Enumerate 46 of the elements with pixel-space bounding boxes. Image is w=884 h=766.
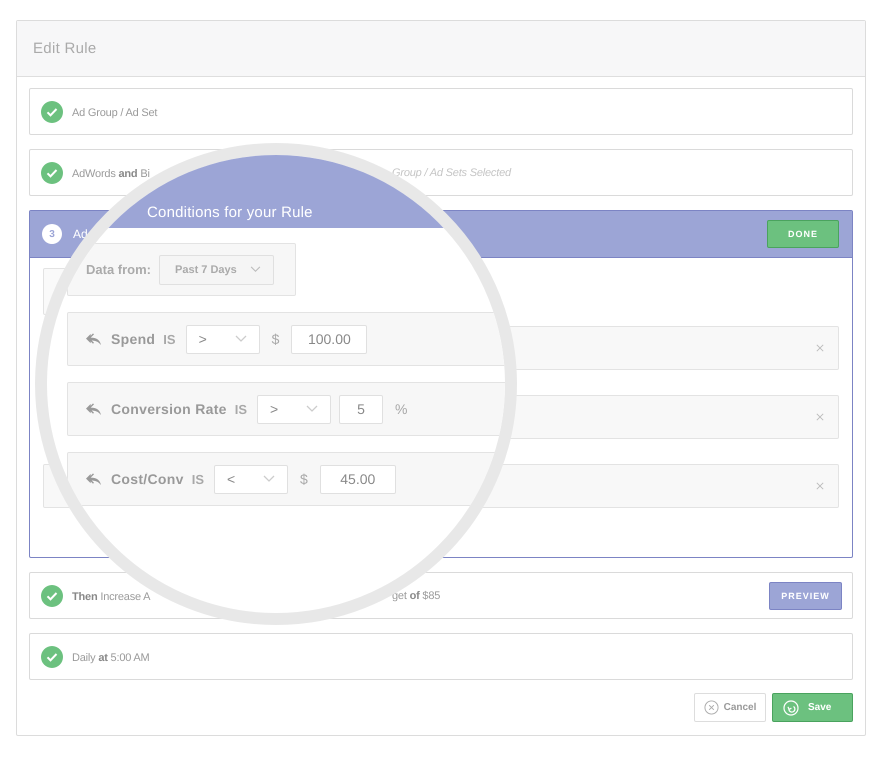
step-summary: Ad Group / Ad Set [72,106,158,118]
reply-icon [84,332,103,346]
chevron-down-icon [263,475,275,483]
unit-label: $ [272,331,280,347]
operator-label: IS [163,332,176,346]
step-number: 3 [42,224,62,244]
step-row[interactable]: Daily at 5:00 AM [29,633,853,680]
value-field[interactable]: 45.00 [320,464,396,494]
checkmark-icon [41,100,63,122]
checkmark-icon [41,646,63,668]
value-field[interactable]: 100.00 [291,324,368,354]
metric-label: Spend [111,331,156,347]
close-icon[interactable] [816,482,824,490]
section-title: Conditions for your Rule [147,204,313,221]
close-icon[interactable] [816,413,824,421]
value-field[interactable]: 5 [339,394,384,424]
chevron-down-icon [306,405,318,413]
operator-label: IS [192,472,204,486]
window-title: Edit Rule [33,40,97,57]
step-summary: get of $85 [392,590,440,602]
checkmark-icon [41,584,63,606]
reply-icon [84,402,103,416]
chevron-down-icon [250,266,262,273]
operator-dropdown[interactable]: > [186,324,260,354]
close-icon [704,700,719,715]
step-summary: Daily at 5:00 AM [72,652,150,664]
date-range-dropdown[interactable]: Past 7 Days [159,254,274,284]
metric-label: Cost/Conv [111,471,184,487]
close-icon[interactable] [816,344,824,352]
metric-label: Conversion Rate [111,401,227,417]
chevron-down-icon [234,335,247,343]
unit-label: $ [300,471,308,487]
operator-dropdown[interactable]: < [214,464,288,494]
data-from-label: Data from: [86,262,152,277]
step-summary: AdWords and Bi [72,168,150,180]
step-row[interactable]: Ad Group / Ad Set [29,88,853,135]
checkmark-icon [41,162,63,184]
cancel-button[interactable]: Cancel [694,693,766,722]
step-summary: Then Increase A [72,590,150,602]
preview-button[interactable]: PREVIEW [769,582,842,610]
operator-label: IS [234,402,248,416]
reply-icon [84,472,103,486]
unit-label: % [395,401,408,417]
done-button[interactable]: DONE [767,220,839,248]
save-button[interactable]: Save [772,693,853,722]
operator-dropdown[interactable]: > [257,394,332,424]
